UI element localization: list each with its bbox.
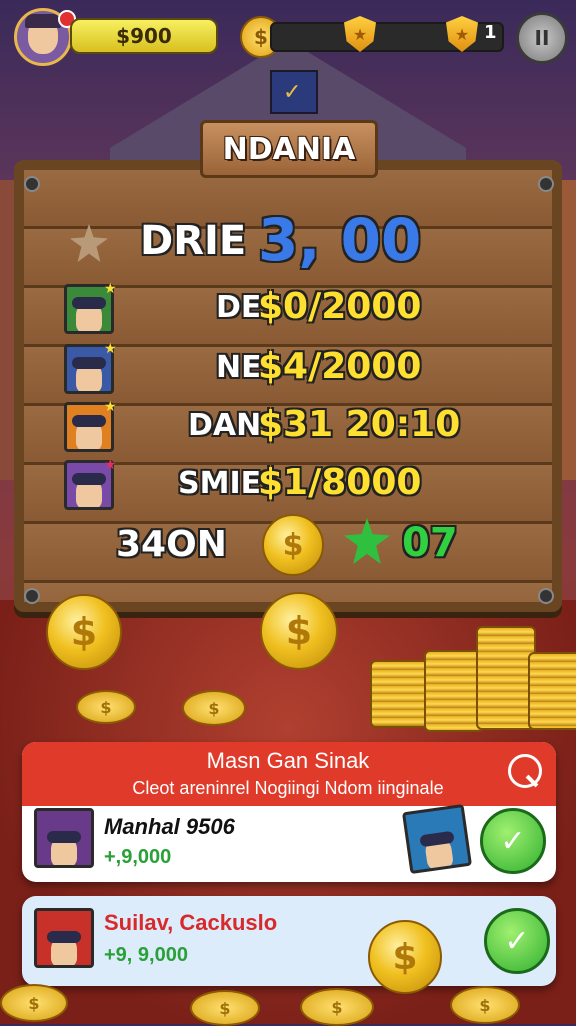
notification-subtitle: Cleot areninrel Nogiingi Ndom iinginale (132, 778, 444, 798)
player-card-icon (401, 803, 473, 875)
header-label: DRIE (140, 218, 247, 264)
bolt (538, 588, 554, 604)
coin-icon: $ (300, 988, 374, 1026)
player-amount: +9, 9,000 (104, 944, 188, 966)
player-avatar (34, 908, 94, 968)
bolt (538, 176, 554, 192)
coin-icon: $ (0, 984, 68, 1022)
player-amount: +,9,000 (104, 846, 172, 868)
header-value: 3, 00 (258, 206, 422, 274)
row-label: NE (216, 350, 262, 385)
coin-stack (528, 652, 576, 730)
flag-check-icon: ✓ (283, 80, 302, 105)
coin-icon: $ (76, 690, 136, 724)
coin-icon: $ (262, 514, 324, 576)
row-value: $31 20:10 (258, 404, 461, 445)
coin-icon: $ (260, 592, 338, 670)
coin-icon: $ (182, 690, 246, 726)
board-title: NDANIA (200, 120, 378, 178)
row-label: DAN (188, 408, 262, 443)
accept-button[interactable]: ✓ (480, 808, 546, 874)
coin-stack (476, 626, 536, 730)
row-value: $0/2000 (258, 286, 422, 327)
pause-button[interactable]: II (516, 12, 568, 64)
accept-button[interactable]: ✓ (484, 908, 550, 974)
notification-title: Masn Gan Sinak (206, 748, 370, 773)
player-name: Manhal 9506 (104, 814, 235, 839)
bolt (24, 176, 40, 192)
footer-count: 07 (402, 520, 458, 566)
coin-icon: $ (368, 920, 442, 994)
row-value: $1/8000 (258, 462, 422, 503)
coin-stack (424, 650, 484, 732)
row-value: $4/2000 (258, 346, 422, 387)
bolt (24, 588, 40, 604)
row-label: DE (216, 290, 262, 325)
coin-stack (370, 660, 430, 728)
coin-icon: $ (190, 990, 260, 1026)
star-icon: ★ (104, 281, 117, 297)
footer-label: 34ON (116, 524, 227, 565)
player-name: Suilav, Cackuslo (104, 910, 278, 935)
coin-icon: $ (450, 986, 520, 1024)
star-icon: ★ (104, 341, 117, 357)
player-avatar (34, 808, 94, 868)
level-number: 1 (484, 22, 497, 43)
cash-counter: $900 (70, 18, 218, 54)
star-icon: ★ (104, 457, 117, 473)
notification-card[interactable] (22, 896, 556, 986)
coin-icon: $ (46, 594, 122, 670)
star-icon: ★ (104, 399, 117, 415)
